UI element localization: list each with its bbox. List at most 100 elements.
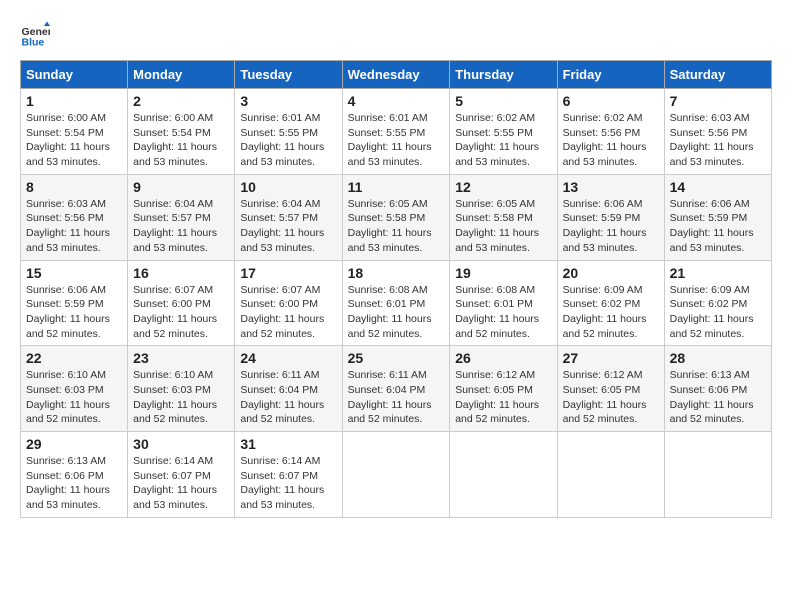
sunrise-label: Sunrise: (133, 284, 174, 296)
sunrise-label: Sunrise: (348, 198, 389, 210)
calendar-header-saturday: Saturday (664, 61, 771, 89)
calendar-cell: 19 Sunrise: 6:08 AM Sunset: 6:01 PM Dayl… (450, 260, 557, 346)
sunset-value: 6:01 PM (386, 298, 425, 310)
day-info: Sunrise: 6:11 AM Sunset: 6:04 PM Dayligh… (240, 368, 336, 427)
sunrise-label: Sunrise: (133, 455, 174, 467)
sunset-label: Sunset: (133, 470, 172, 482)
sunset-value: 5:54 PM (172, 127, 211, 139)
sunset-value: 6:03 PM (172, 384, 211, 396)
sunrise-value: 6:00 AM (67, 112, 106, 124)
day-info: Sunrise: 6:12 AM Sunset: 6:05 PM Dayligh… (455, 368, 551, 427)
calendar-cell: 25 Sunrise: 6:11 AM Sunset: 6:04 PM Dayl… (342, 346, 450, 432)
sunrise-value: 6:07 AM (175, 284, 214, 296)
calendar-cell: 8 Sunrise: 6:03 AM Sunset: 5:56 PM Dayli… (21, 174, 128, 260)
day-number: 5 (455, 93, 551, 109)
sunrise-value: 6:13 AM (711, 369, 750, 381)
day-info: Sunrise: 6:08 AM Sunset: 6:01 PM Dayligh… (455, 283, 551, 342)
day-info: Sunrise: 6:07 AM Sunset: 6:00 PM Dayligh… (133, 283, 229, 342)
day-number: 1 (26, 93, 122, 109)
calendar-cell: 18 Sunrise: 6:08 AM Sunset: 6:01 PM Dayl… (342, 260, 450, 346)
calendar-cell (450, 432, 557, 518)
daylight-label: Daylight: 11 hours and 52 minutes. (455, 313, 539, 340)
calendar-cell: 21 Sunrise: 6:09 AM Sunset: 6:02 PM Dayl… (664, 260, 771, 346)
daylight-label: Daylight: 11 hours and 53 minutes. (348, 141, 432, 168)
sunrise-label: Sunrise: (348, 284, 389, 296)
sunrise-label: Sunrise: (670, 284, 711, 296)
sunset-value: 6:01 PM (494, 298, 533, 310)
sunrise-value: 6:11 AM (389, 369, 427, 381)
sunrise-label: Sunrise: (455, 198, 496, 210)
day-number: 28 (670, 350, 766, 366)
sunset-value: 5:57 PM (279, 212, 318, 224)
sunrise-value: 6:03 AM (67, 198, 106, 210)
sunset-label: Sunset: (240, 212, 279, 224)
daylight-label: Daylight: 11 hours and 52 minutes. (26, 399, 110, 426)
sunrise-label: Sunrise: (348, 112, 389, 124)
page-header: General Blue (20, 20, 772, 50)
sunset-value: 5:58 PM (386, 212, 425, 224)
sunset-label: Sunset: (563, 298, 602, 310)
calendar-week-row: 8 Sunrise: 6:03 AM Sunset: 5:56 PM Dayli… (21, 174, 772, 260)
sunrise-value: 6:08 AM (389, 284, 428, 296)
sunset-value: 6:02 PM (601, 298, 640, 310)
day-number: 9 (133, 179, 229, 195)
sunset-label: Sunset: (240, 127, 279, 139)
calendar-cell: 5 Sunrise: 6:02 AM Sunset: 5:55 PM Dayli… (450, 89, 557, 175)
sunrise-label: Sunrise: (26, 369, 67, 381)
day-info: Sunrise: 6:04 AM Sunset: 5:57 PM Dayligh… (240, 197, 336, 256)
sunrise-label: Sunrise: (455, 284, 496, 296)
calendar-header-thursday: Thursday (450, 61, 557, 89)
day-info: Sunrise: 6:14 AM Sunset: 6:07 PM Dayligh… (240, 454, 336, 513)
day-info: Sunrise: 6:06 AM Sunset: 5:59 PM Dayligh… (670, 197, 766, 256)
day-info: Sunrise: 6:01 AM Sunset: 5:55 PM Dayligh… (348, 111, 445, 170)
sunset-value: 6:07 PM (172, 470, 211, 482)
sunrise-value: 6:14 AM (282, 455, 321, 467)
daylight-label: Daylight: 11 hours and 53 minutes. (133, 484, 217, 511)
sunrise-value: 6:09 AM (604, 284, 643, 296)
day-number: 16 (133, 265, 229, 281)
sunrise-label: Sunrise: (26, 112, 67, 124)
sunrise-value: 6:06 AM (67, 284, 106, 296)
sunrise-value: 6:10 AM (67, 369, 106, 381)
sunrise-label: Sunrise: (455, 369, 496, 381)
sunset-label: Sunset: (563, 127, 602, 139)
sunset-value: 6:07 PM (279, 470, 318, 482)
sunrise-label: Sunrise: (563, 369, 604, 381)
calendar-table: SundayMondayTuesdayWednesdayThursdayFrid… (20, 60, 772, 518)
sunrise-value: 6:13 AM (67, 455, 106, 467)
calendar-cell: 20 Sunrise: 6:09 AM Sunset: 6:02 PM Dayl… (557, 260, 664, 346)
day-number: 30 (133, 436, 229, 452)
day-info: Sunrise: 6:09 AM Sunset: 6:02 PM Dayligh… (670, 283, 766, 342)
daylight-label: Daylight: 11 hours and 52 minutes. (563, 399, 647, 426)
sunrise-label: Sunrise: (133, 198, 174, 210)
day-info: Sunrise: 6:02 AM Sunset: 5:56 PM Dayligh… (563, 111, 659, 170)
calendar-cell: 17 Sunrise: 6:07 AM Sunset: 6:00 PM Dayl… (235, 260, 342, 346)
day-number: 13 (563, 179, 659, 195)
sunset-value: 5:55 PM (279, 127, 318, 139)
day-number: 10 (240, 179, 336, 195)
svg-text:Blue: Blue (22, 37, 45, 49)
day-info: Sunrise: 6:04 AM Sunset: 5:57 PM Dayligh… (133, 197, 229, 256)
day-number: 14 (670, 179, 766, 195)
calendar-cell: 7 Sunrise: 6:03 AM Sunset: 5:56 PM Dayli… (664, 89, 771, 175)
sunset-label: Sunset: (563, 384, 602, 396)
sunrise-label: Sunrise: (348, 369, 389, 381)
calendar-cell: 14 Sunrise: 6:06 AM Sunset: 5:59 PM Dayl… (664, 174, 771, 260)
day-number: 17 (240, 265, 336, 281)
daylight-label: Daylight: 11 hours and 53 minutes. (26, 227, 110, 254)
sunrise-value: 6:06 AM (604, 198, 643, 210)
daylight-label: Daylight: 11 hours and 53 minutes. (240, 141, 324, 168)
sunrise-value: 6:11 AM (282, 369, 320, 381)
sunset-value: 5:59 PM (65, 298, 104, 310)
daylight-label: Daylight: 11 hours and 53 minutes. (26, 141, 110, 168)
sunrise-label: Sunrise: (133, 369, 174, 381)
sunrise-value: 6:10 AM (175, 369, 214, 381)
sunset-value: 6:00 PM (279, 298, 318, 310)
day-info: Sunrise: 6:07 AM Sunset: 6:00 PM Dayligh… (240, 283, 336, 342)
day-info: Sunrise: 6:00 AM Sunset: 5:54 PM Dayligh… (133, 111, 229, 170)
sunset-label: Sunset: (240, 298, 279, 310)
day-number: 8 (26, 179, 122, 195)
daylight-label: Daylight: 11 hours and 53 minutes. (455, 227, 539, 254)
sunset-label: Sunset: (455, 127, 494, 139)
sunset-label: Sunset: (455, 384, 494, 396)
